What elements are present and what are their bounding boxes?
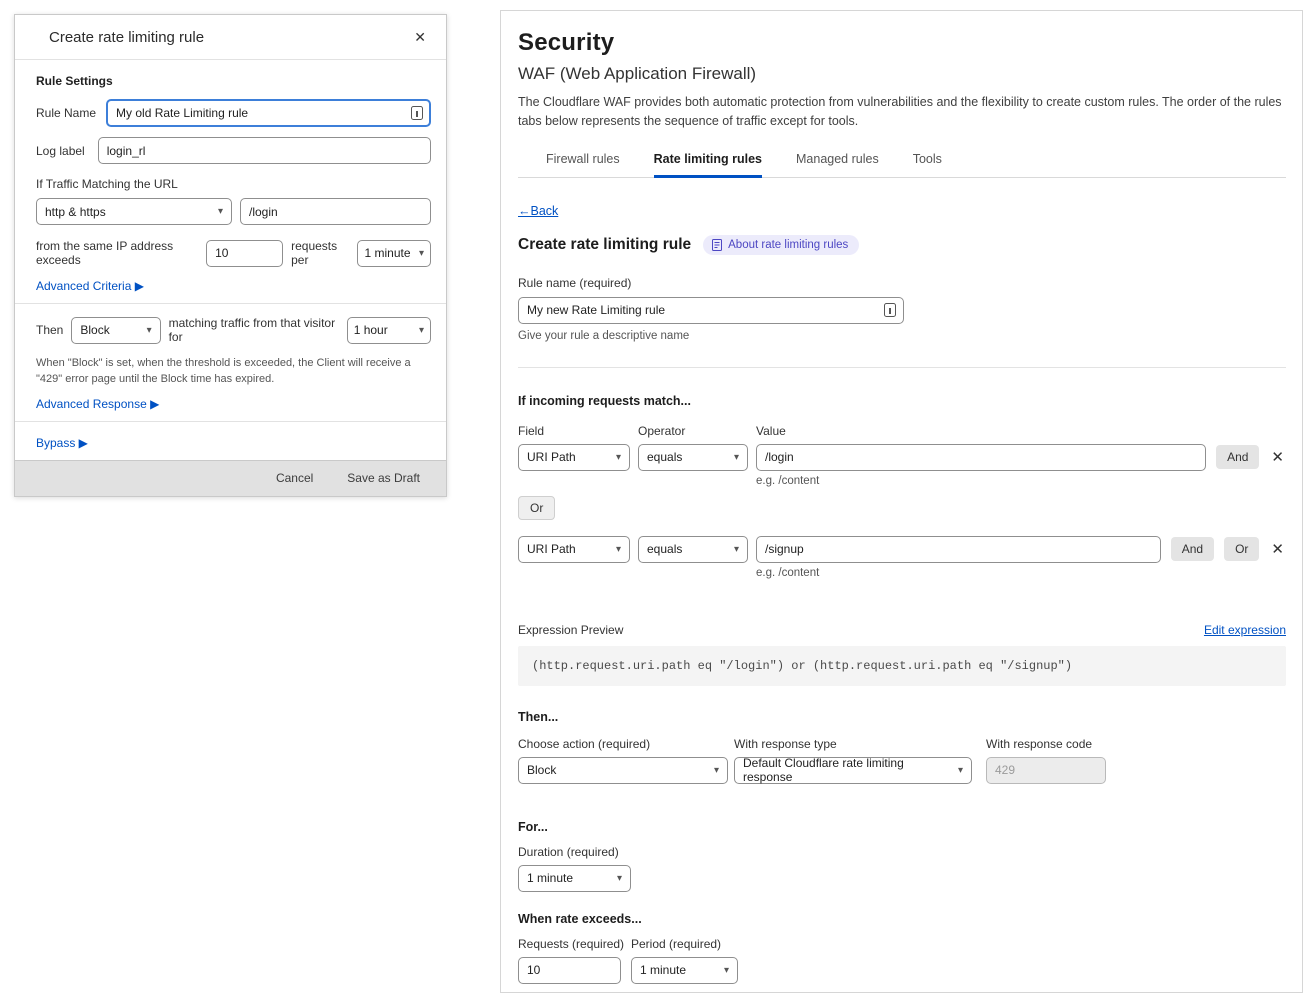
waf-tabs: Firewall rules Rate limiting rules Manag… bbox=[518, 148, 1286, 178]
divider bbox=[15, 303, 446, 304]
dialog-title: Create rate limiting rule bbox=[49, 29, 204, 46]
or-button[interactable]: Or bbox=[1224, 537, 1259, 561]
ban-duration-select[interactable]: 1 hour ▾ bbox=[347, 317, 431, 344]
tab-rate-limiting-rules[interactable]: Rate limiting rules bbox=[654, 148, 762, 178]
chevron-down-icon: ▾ bbox=[616, 452, 621, 463]
requests-input[interactable] bbox=[518, 957, 621, 984]
log-label-label: Log label bbox=[36, 144, 85, 158]
response-type-select[interactable]: Default Cloudflare rate limiting respons… bbox=[734, 757, 972, 784]
chevron-down-icon: ▾ bbox=[218, 206, 223, 217]
then-heading: Then... bbox=[518, 710, 1286, 724]
traffic-match-label: If Traffic Matching the URL bbox=[36, 177, 431, 191]
chevron-down-icon: ▾ bbox=[617, 873, 622, 884]
page-description: The Cloudflare WAF provides both automat… bbox=[518, 93, 1284, 131]
for-heading: For... bbox=[518, 820, 1286, 834]
chevron-down-icon: ▾ bbox=[419, 325, 424, 336]
rule-name-input[interactable] bbox=[106, 99, 431, 127]
then-label: Then bbox=[36, 323, 63, 337]
response-code-label: With response code bbox=[986, 737, 1092, 751]
chevron-down-icon: ▾ bbox=[616, 544, 621, 555]
duration-label: Duration (required) bbox=[518, 845, 1286, 859]
rule-name-label: Rule name (required) bbox=[518, 276, 1286, 290]
period-label: Period (required) bbox=[631, 937, 721, 951]
advanced-criteria-link[interactable]: Advanced Criteria ▶ bbox=[36, 279, 144, 293]
chevron-down-icon: ▾ bbox=[734, 452, 739, 463]
chevron-down-icon: ▾ bbox=[147, 325, 152, 336]
threshold-suffix-text: requests per bbox=[291, 239, 349, 267]
tab-tools[interactable]: Tools bbox=[913, 148, 942, 178]
dialog-body: Rule Settings Rule Name Log label If Tra… bbox=[15, 60, 446, 460]
chevron-down-icon: ▾ bbox=[714, 765, 719, 776]
rule-name-help: Give your rule a descriptive name bbox=[518, 330, 1286, 342]
or-button[interactable]: Or bbox=[518, 496, 555, 520]
chevron-down-icon: ▾ bbox=[958, 765, 963, 776]
url-input[interactable] bbox=[240, 198, 431, 225]
requests-label: Requests (required) bbox=[518, 937, 631, 951]
divider bbox=[518, 367, 1286, 368]
threshold-prefix-text: from the same IP address exceeds bbox=[36, 239, 198, 267]
chevron-down-icon: ▾ bbox=[724, 965, 729, 976]
advanced-response-link[interactable]: Advanced Response ▶ bbox=[36, 397, 159, 411]
security-waf-panel: Security WAF (Web Application Firewall) … bbox=[500, 10, 1303, 993]
condition-row: URI Path ▾ equals ▾ And ✕ bbox=[518, 444, 1286, 471]
value-input[interactable] bbox=[756, 536, 1161, 563]
page-title: Security bbox=[518, 29, 1286, 57]
autofill-icon bbox=[411, 106, 423, 120]
match-heading: If incoming requests match... bbox=[518, 394, 1286, 408]
create-rate-limiting-rule-dialog: Create rate limiting rule ✕ Rule Setting… bbox=[14, 14, 447, 497]
about-rate-limiting-rules-badge[interactable]: About rate limiting rules bbox=[703, 235, 859, 255]
rule-settings-heading: Rule Settings bbox=[36, 74, 431, 88]
tab-managed-rules[interactable]: Managed rules bbox=[796, 148, 879, 178]
expression-preview-label: Expression Preview bbox=[518, 623, 623, 637]
log-label-input[interactable] bbox=[98, 137, 431, 164]
and-button[interactable]: And bbox=[1216, 445, 1259, 469]
bypass-link[interactable]: Bypass ▶ bbox=[36, 436, 88, 450]
close-icon[interactable]: ✕ bbox=[414, 29, 426, 46]
value-hint: e.g. /content bbox=[756, 475, 1286, 487]
rule-name-label: Rule Name bbox=[36, 106, 96, 120]
autofill-icon bbox=[884, 303, 896, 317]
then-suffix-text: matching traffic from that visitor for bbox=[169, 316, 339, 344]
value-hint: e.g. /content bbox=[756, 567, 1286, 579]
edit-expression-link[interactable]: Edit expression bbox=[1204, 623, 1286, 637]
page-subtitle: WAF (Web Application Firewall) bbox=[518, 64, 1286, 84]
value-column-label: Value bbox=[756, 424, 786, 438]
rate-heading: When rate exceeds... bbox=[518, 912, 1286, 926]
field-select[interactable]: URI Path ▾ bbox=[518, 444, 630, 471]
rule-name-input[interactable] bbox=[518, 297, 904, 324]
field-column-label: Field bbox=[518, 424, 638, 438]
dialog-footer: Cancel Save as Draft bbox=[15, 460, 446, 496]
save-as-draft-button[interactable]: Save as Draft bbox=[347, 471, 420, 485]
cancel-button[interactable]: Cancel bbox=[276, 471, 313, 485]
scheme-select[interactable]: http & https ▾ bbox=[36, 198, 232, 225]
document-icon bbox=[712, 239, 722, 251]
action-select[interactable]: Block ▾ bbox=[518, 757, 728, 784]
response-code-input bbox=[986, 757, 1106, 784]
divider bbox=[15, 421, 446, 422]
duration-select[interactable]: 1 minute ▾ bbox=[518, 865, 631, 892]
block-note-text: When "Block" is set, when the threshold … bbox=[36, 356, 428, 388]
chevron-down-icon: ▾ bbox=[734, 544, 739, 555]
response-type-label: With response type bbox=[734, 737, 986, 751]
chevron-down-icon: ▾ bbox=[419, 248, 424, 259]
remove-condition-icon[interactable]: ✕ bbox=[1269, 448, 1286, 466]
dialog-header: Create rate limiting rule ✕ bbox=[15, 15, 446, 60]
action-label: Choose action (required) bbox=[518, 737, 734, 751]
operator-column-label: Operator bbox=[638, 424, 756, 438]
period-select[interactable]: 1 minute ▾ bbox=[631, 957, 738, 984]
field-select[interactable]: URI Path ▾ bbox=[518, 536, 630, 563]
form-title: Create rate limiting rule bbox=[518, 236, 691, 254]
remove-condition-icon[interactable]: ✕ bbox=[1269, 540, 1286, 558]
threshold-input[interactable] bbox=[206, 240, 283, 267]
value-input[interactable] bbox=[756, 444, 1206, 471]
tab-firewall-rules[interactable]: Firewall rules bbox=[546, 148, 620, 178]
operator-select[interactable]: equals ▾ bbox=[638, 444, 748, 471]
condition-row: URI Path ▾ equals ▾ And Or ✕ bbox=[518, 536, 1286, 563]
period-select[interactable]: 1 minute ▾ bbox=[357, 240, 431, 267]
action-select[interactable]: Block ▾ bbox=[71, 317, 160, 344]
operator-select[interactable]: equals ▾ bbox=[638, 536, 748, 563]
and-button[interactable]: And bbox=[1171, 537, 1214, 561]
back-link[interactable]: ←Back bbox=[518, 204, 558, 218]
expression-preview-box: (http.request.uri.path eq "/login") or (… bbox=[518, 646, 1286, 686]
